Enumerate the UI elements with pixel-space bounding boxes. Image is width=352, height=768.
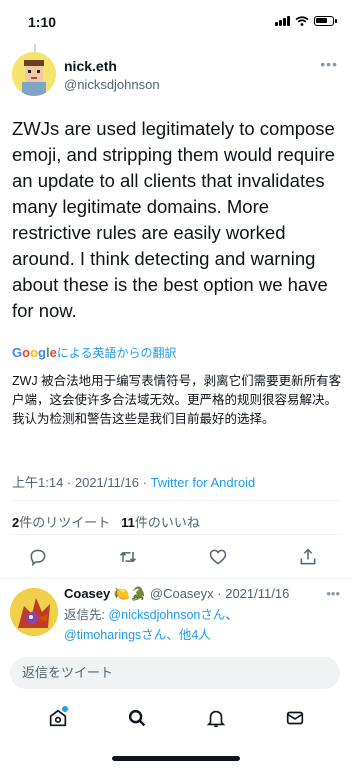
reply-mention[interactable]: @timoharingsさん: [64, 628, 166, 642]
reply-avatar[interactable]: [10, 588, 58, 636]
reply-others[interactable]: 、他4人: [166, 628, 210, 642]
translation-label: による英語からの翻訳: [56, 346, 177, 360]
status-time: 1:10: [28, 14, 57, 30]
reply-icon[interactable]: [28, 547, 48, 567]
reply-author-handle[interactable]: @Coaseyx: [150, 586, 214, 601]
reply-to: 返信先: @nicksdjohnsonさん、 @timoharingsさん、他4…: [64, 605, 344, 645]
reply-mention[interactable]: @nicksdjohnsonさん: [108, 608, 225, 622]
tab-search[interactable]: [126, 707, 148, 734]
share-icon[interactable]: [298, 547, 318, 567]
retweet-icon[interactable]: [118, 547, 138, 567]
reply-author-emoji: 🍋🐊: [113, 586, 147, 601]
avatar[interactable]: [12, 52, 56, 96]
divider: [12, 500, 340, 501]
tweet-actions: [28, 545, 318, 569]
reply-more-icon[interactable]: •••: [326, 586, 340, 601]
home-indicator: [112, 756, 240, 761]
notifications-icon: [206, 710, 225, 727]
messages-icon: [286, 711, 303, 724]
notification-dot: [61, 705, 68, 712]
tab-home[interactable]: [47, 705, 69, 734]
google-logo: Google: [12, 345, 57, 360]
tweet-meta: 上午1:14 · 2021/11/16 · Twitter for Androi…: [12, 472, 255, 491]
tab-notifications[interactable]: [205, 707, 227, 734]
like-icon[interactable]: [208, 547, 228, 567]
reply-tweet[interactable]: Coasey 🍋🐊 @Coaseyx · 2021/11/16 ••• 返信先:…: [6, 584, 346, 652]
tweet-source[interactable]: Twitter for Android: [151, 475, 256, 490]
divider: [0, 578, 352, 579]
reply-mention-separator: 、: [225, 608, 238, 622]
status-icons: [275, 16, 337, 26]
avatar-image: [12, 52, 56, 96]
likes-stat[interactable]: 11件のいいね: [121, 515, 200, 530]
retweets-stat[interactable]: 2件のリツイート: [12, 515, 110, 530]
battery-icon: [314, 16, 337, 26]
reply-header: Coasey 🍋🐊 @Coaseyx · 2021/11/16: [64, 586, 289, 602]
reply-compose-input[interactable]: 返信をツイート: [10, 657, 340, 689]
wifi-icon: [295, 16, 309, 26]
translation-attribution[interactable]: Googleによる英語からの翻訳: [12, 344, 177, 361]
tab-messages[interactable]: [284, 707, 306, 734]
translated-text: ZWJ 被合法地用于编写表情符号，剥离它们需要更新所有客户端，这会使许多合法域无…: [12, 374, 342, 426]
more-options-icon[interactable]: •••: [320, 56, 338, 72]
tweet-timestamp: 上午1:14 · 2021/11/16 ·: [12, 475, 151, 490]
tweet-author: nick.eth @nicksdjohnson •••: [12, 52, 342, 100]
divider: [12, 534, 340, 535]
reply-author-name[interactable]: Coasey: [64, 586, 110, 601]
reply-avatar-image: [10, 588, 58, 636]
reply-to-prefix: 返信先:: [64, 608, 109, 622]
search-icon: [128, 709, 145, 726]
author-handle[interactable]: @nicksdjohnson: [64, 77, 160, 92]
author-name[interactable]: nick.eth: [64, 58, 117, 74]
reply-date: · 2021/11/16: [213, 586, 290, 601]
bottom-tab-bar: [0, 700, 352, 740]
thread-line: [34, 44, 36, 52]
tweet-stats: 2件のリツイート 11件のいいね: [12, 512, 200, 531]
tweet-text: ZWJs are used legitimately to compose em…: [12, 118, 335, 321]
status-bar: 1:10: [0, 0, 352, 44]
signal-icon: [275, 16, 290, 26]
